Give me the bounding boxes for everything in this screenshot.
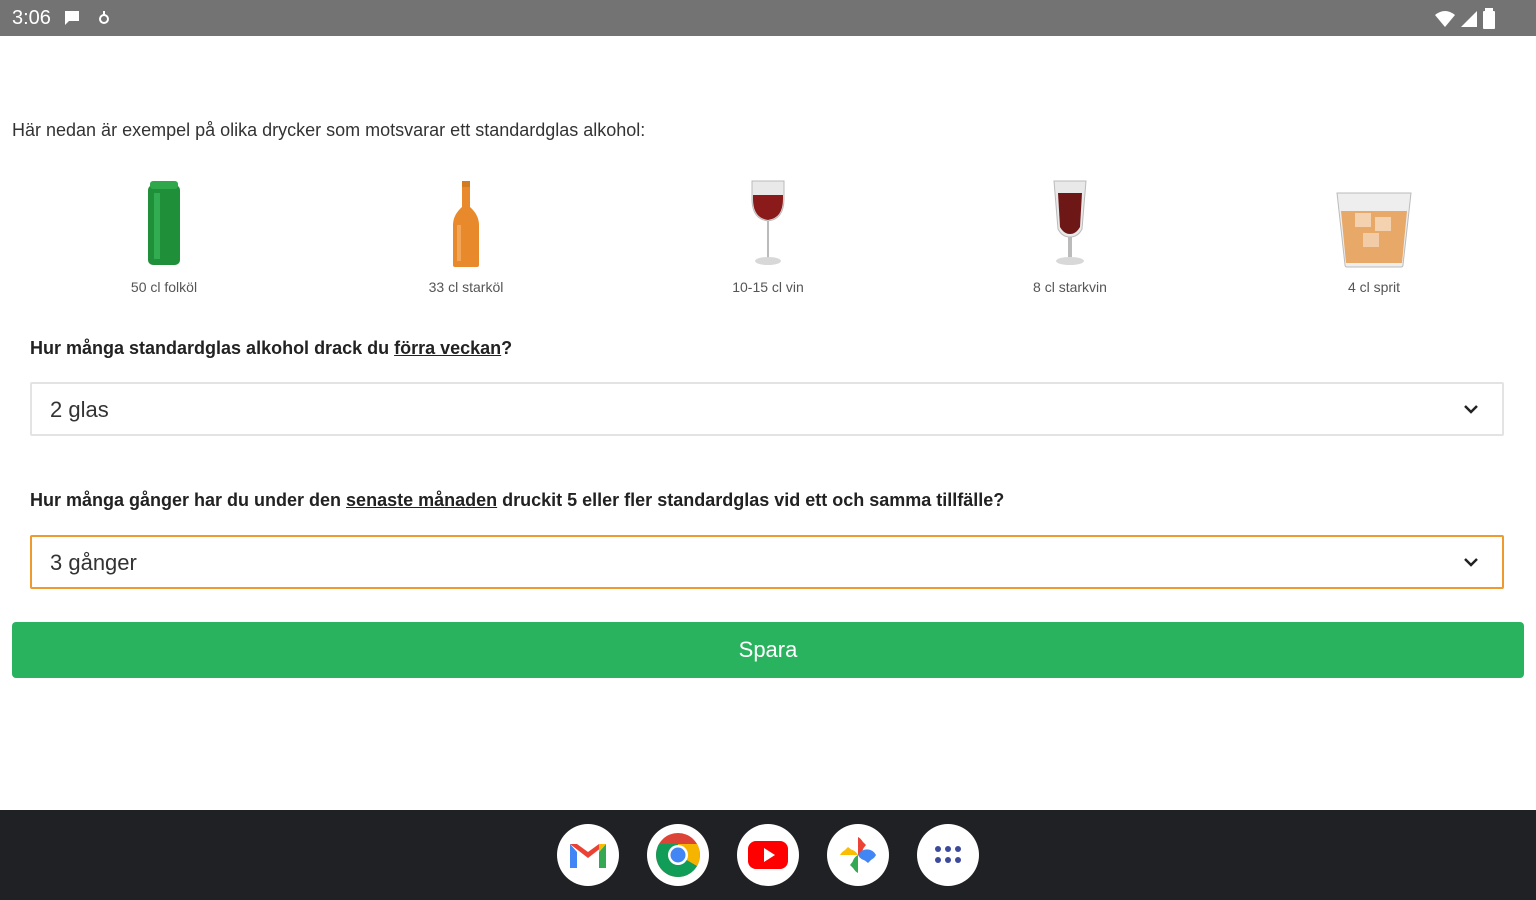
taskbar-dock — [0, 810, 1536, 900]
youtube-icon[interactable] — [737, 824, 799, 886]
cell-signal-icon — [1460, 9, 1478, 34]
save-button[interactable]: Spara — [12, 622, 1524, 678]
drink-item-starkvin: 8 cl starkvin — [960, 174, 1180, 295]
beer-bottle-icon — [356, 174, 576, 269]
question-binge-month: Hur många gånger har du under den senast… — [30, 490, 1004, 511]
question-text: Hur många gånger har du under den — [30, 490, 347, 510]
select-value: 3 gånger — [50, 550, 137, 575]
drink-caption: 10-15 cl vin — [732, 279, 804, 295]
question-emphasis: förra veckan — [394, 338, 502, 358]
binge-frequency-select[interactable]: 3 gånger — [30, 535, 1504, 589]
question-text-end: druckit 5 eller fler standardglas vid et… — [497, 490, 1005, 510]
drink-caption: 8 cl starkvin — [1033, 279, 1107, 295]
status-time: 3:06 — [12, 7, 51, 29]
question-text-end: ? — [501, 338, 513, 358]
chevron-down-icon — [1462, 553, 1480, 576]
drink-caption: 4 cl sprit — [1347, 279, 1401, 295]
chevron-down-icon — [1462, 400, 1480, 423]
main-content: Här nedan är exempel på olika drycker so… — [0, 36, 1536, 810]
photos-icon[interactable] — [827, 824, 889, 886]
intro-text: Här nedan är exempel på olika drycker so… — [12, 120, 646, 140]
drink-item-folkol: 50 cl folköl — [54, 174, 274, 295]
select-value: 2 glas — [50, 397, 109, 422]
drink-caption: 50 cl folköl — [130, 279, 198, 295]
spirits-glass-icon — [1264, 174, 1484, 269]
gmail-icon[interactable] — [557, 824, 619, 886]
drink-examples: 50 cl folköl 33 cl starköl 10-15 cl vin … — [0, 174, 1536, 304]
debug-notification-icon — [96, 8, 112, 33]
drink-item-sprit: 4 cl sprit — [1264, 174, 1484, 295]
question-text: Hur många standardglas alkohol drack du — [30, 338, 395, 358]
question-last-week: Hur många standardglas alkohol drack du … — [30, 338, 512, 359]
fortified-wine-glass-icon — [960, 174, 1180, 269]
drink-caption: 33 cl starköl — [428, 279, 504, 295]
beer-can-icon — [54, 174, 274, 269]
weekly-drinks-select[interactable]: 2 glas — [30, 382, 1504, 436]
wine-glass-icon — [658, 174, 878, 269]
message-notification-icon — [62, 8, 82, 33]
app-drawer-icon[interactable] — [917, 824, 979, 886]
drink-item-starkol: 33 cl starköl — [356, 174, 576, 295]
question-emphasis: senaste månaden — [346, 490, 498, 510]
status-bar: 3:06 — [0, 0, 1536, 36]
drink-item-vin: 10-15 cl vin — [658, 174, 878, 295]
wifi-icon — [1434, 9, 1456, 34]
chrome-icon[interactable] — [647, 824, 709, 886]
battery-icon — [1482, 8, 1496, 35]
